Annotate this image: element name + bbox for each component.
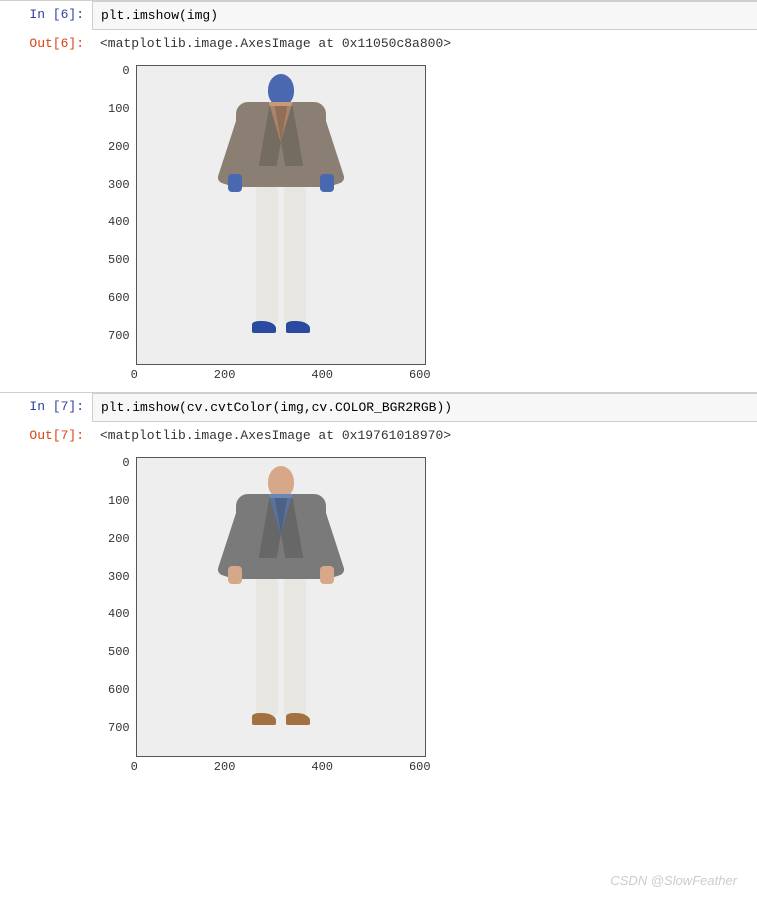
x-tick: 0 [131,368,138,382]
code-input[interactable]: plt.imshow(img) [92,1,757,30]
input-prompt: In [7]: [0,393,92,420]
figure-hand [320,174,334,192]
x-tick: 0 [131,760,138,774]
x-axis: 0 200 400 600 [131,368,431,382]
y-tick: 300 [108,179,130,214]
figure-foot [286,321,310,333]
plot-figure: 0 100 200 300 400 500 600 700 [108,457,749,774]
output-row: Out[7]: <matplotlib.image.AxesImage at 0… [0,422,757,784]
y-tick: 400 [108,216,130,251]
x-tick: 200 [214,368,236,382]
y-tick: 100 [108,495,130,530]
figure-legs [254,185,308,325]
output-row: Out[6]: <matplotlib.image.AxesImage at 0… [0,30,757,392]
figure-leg [284,185,306,325]
figure-legs [254,577,308,717]
x-tick: 600 [409,760,431,774]
y-tick: 500 [108,254,130,289]
notebook-cell: In [7]: plt.imshow(cv.cvtColor(img,cv.CO… [0,392,757,422]
x-tick: 600 [409,368,431,382]
figure-hand [228,566,242,584]
plot-body: 0 200 400 600 [136,457,431,774]
figure-torso [236,494,326,579]
figure-foot [252,321,276,333]
figure-foot [252,713,276,725]
figure-leg [256,577,278,717]
x-tick: 400 [311,368,333,382]
y-axis: 0 100 200 300 400 500 600 700 [108,65,130,365]
code-input[interactable]: plt.imshow(cv.cvtColor(img,cv.COLOR_BGR2… [92,393,757,422]
input-prompt: In [6]: [0,1,92,28]
plot-body: 0 200 400 600 [136,65,431,382]
figure-leg [284,577,306,717]
y-axis: 0 100 200 300 400 500 600 700 [108,457,130,757]
output-text: <matplotlib.image.AxesImage at 0x11050c8… [100,36,749,51]
y-tick: 500 [108,646,130,681]
plot-canvas [136,457,426,757]
y-tick: 200 [108,141,130,176]
y-tick: 200 [108,533,130,568]
plot-canvas [136,65,426,365]
x-tick: 200 [214,760,236,774]
y-tick: 600 [108,684,130,719]
y-tick: 600 [108,292,130,327]
y-tick: 400 [108,608,130,643]
x-axis: 0 200 400 600 [131,760,431,774]
figure-hand [320,566,334,584]
y-tick: 300 [108,571,130,606]
figure-person-rgb [236,466,326,725]
notebook-cell: In [6]: plt.imshow(img) [0,0,757,30]
watermark: CSDN @SlowFeather [610,873,737,888]
figure-foot [286,713,310,725]
figure-feet [236,321,326,333]
output-prompt: Out[6]: [0,30,92,57]
figure-leg [256,185,278,325]
figure-hand [228,174,242,192]
x-tick: 400 [311,760,333,774]
figure-torso [236,102,326,187]
figure-person-bgr [236,74,326,333]
output-text: <matplotlib.image.AxesImage at 0x1976101… [100,428,749,443]
y-tick: 100 [108,103,130,138]
y-tick: 0 [108,457,130,492]
figure-feet [236,713,326,725]
y-tick: 0 [108,65,130,100]
output-prompt: Out[7]: [0,422,92,449]
y-tick: 700 [108,330,130,365]
y-tick: 700 [108,722,130,757]
output-area: <matplotlib.image.AxesImage at 0x1976101… [92,422,757,784]
output-area: <matplotlib.image.AxesImage at 0x11050c8… [92,30,757,392]
plot-figure: 0 100 200 300 400 500 600 700 [108,65,749,382]
